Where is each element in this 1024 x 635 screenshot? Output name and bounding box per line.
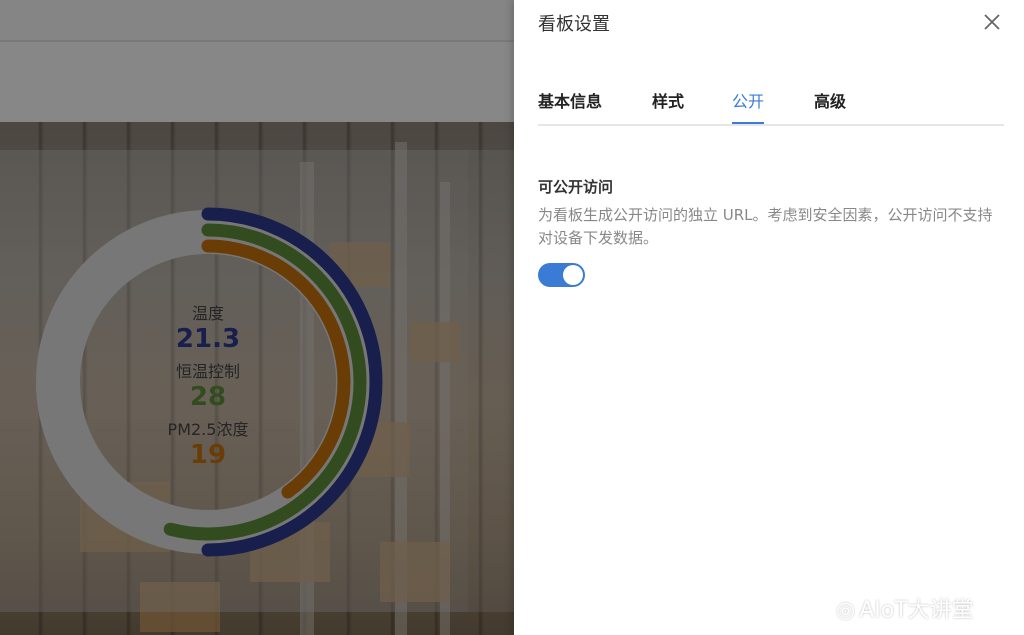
tab-style[interactable]: 样式 bbox=[652, 88, 684, 122]
weibo-icon: ◎ bbox=[836, 598, 856, 623]
public-access-title: 可公开访问 bbox=[538, 178, 614, 196]
tab-public[interactable]: 公开 bbox=[732, 88, 765, 124]
board-settings-drawer: 看板设置 基本信息 样式 公开 高级 可公开访问 为看板生成公开访问的独立 UR… bbox=[514, 0, 1024, 635]
watermark: ◎ AIoT大讲堂 bbox=[836, 592, 974, 624]
toggle-knob bbox=[563, 265, 583, 285]
tab-advanced[interactable]: 高级 bbox=[814, 88, 846, 122]
watermark-text: AIoT大讲堂 bbox=[859, 598, 974, 623]
settings-tabs: 基本信息 样式 公开 高级 bbox=[538, 88, 1004, 126]
close-button[interactable] bbox=[980, 10, 1004, 34]
close-icon bbox=[984, 14, 1000, 30]
tab-basic-info[interactable]: 基本信息 bbox=[538, 88, 602, 122]
drawer-title: 看板设置 bbox=[538, 14, 610, 35]
public-access-toggle[interactable] bbox=[538, 263, 585, 287]
public-access-description: 为看板生成公开访问的独立 URL。考虑到安全因素，公开访问不支持对设备下发数据。 bbox=[538, 206, 993, 247]
